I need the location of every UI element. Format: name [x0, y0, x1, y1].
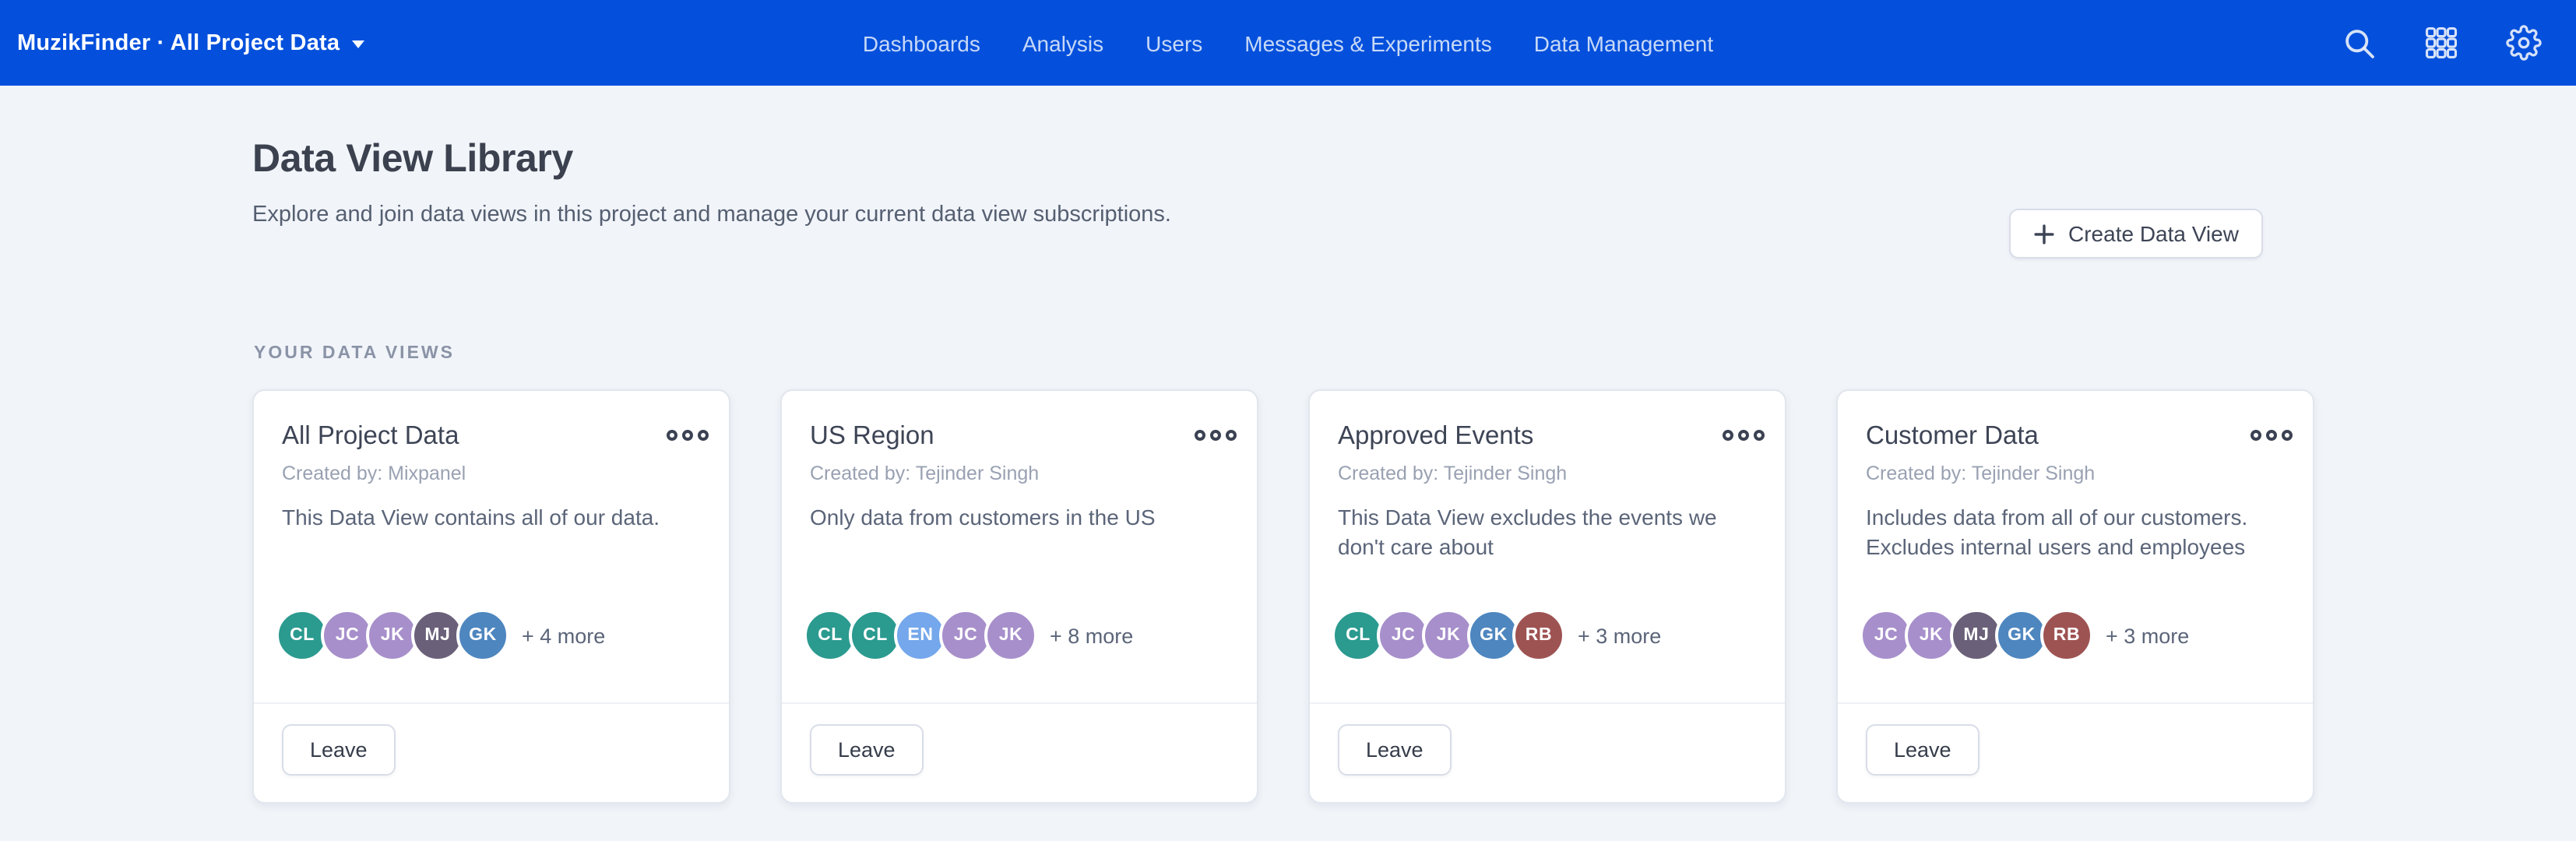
data-view-card: All Project Data Created by: Mixpanel Th… — [252, 389, 730, 804]
nav-item-users[interactable]: Users — [1145, 30, 1202, 55]
card-description: This Data View excludes the events we do… — [1338, 503, 1757, 562]
plus-icon — [2034, 223, 2054, 244]
ellipsis-icon — [2266, 430, 2277, 441]
top-navbar: MuzikFinder · All Project Data Dashboard… — [0, 0, 2576, 86]
card-divider — [1838, 702, 2313, 704]
card-header: US Region — [782, 391, 1257, 453]
section-label: YOUR DATA VIEWS — [254, 344, 455, 363]
more-members-count: + 3 more — [1578, 624, 1661, 647]
ellipsis-icon — [2250, 430, 2261, 441]
card-title: All Project Data — [282, 419, 459, 453]
settings-gear-icon — [2506, 25, 2542, 61]
card-title: US Region — [810, 419, 934, 453]
member-avatar: RB — [2040, 609, 2093, 662]
card-header: Customer Data — [1838, 391, 2313, 453]
project-switcher[interactable]: MuzikFinder · All Project Data — [17, 30, 364, 55]
nav-item-analysis[interactable]: Analysis — [1022, 30, 1103, 55]
member-avatar-stack: JC JK MJ GK RB + 3 more — [1860, 609, 2189, 662]
data-view-card: Approved Events Created by: Tejinder Sin… — [1308, 389, 1786, 804]
card-created-by: Created by: Mixpanel — [282, 463, 466, 484]
data-view-card: US Region Created by: Tejinder Singh Onl… — [780, 389, 1258, 804]
ellipsis-icon — [1738, 430, 1749, 441]
card-divider — [782, 702, 1257, 704]
ellipsis-icon — [1210, 430, 1221, 441]
page-subtitle: Explore and join data views in this proj… — [252, 202, 1171, 227]
nav-item-data-management[interactable]: Data Management — [1534, 30, 1713, 55]
card-header: Approved Events — [1310, 391, 1785, 453]
leave-button[interactable]: Leave — [282, 724, 396, 776]
ellipsis-icon — [1723, 430, 1733, 441]
main-navigation: Dashboards Analysis Users Messages & Exp… — [863, 30, 1713, 55]
member-avatar: JK — [984, 609, 1037, 662]
more-members-count: + 4 more — [522, 624, 605, 647]
apps-grid-icon — [2425, 26, 2458, 59]
card-created-by: Created by: Tejinder Singh — [810, 463, 1039, 484]
create-data-view-label: Create Data View — [2068, 221, 2239, 246]
ellipsis-icon — [682, 430, 693, 441]
leave-button[interactable]: Leave — [810, 724, 924, 776]
app-root: MuzikFinder · All Project Data Dashboard… — [0, 0, 2576, 841]
ellipsis-icon — [1754, 430, 1765, 441]
card-menu-button[interactable] — [2247, 419, 2296, 447]
card-description: Includes data from all of our customers.… — [1866, 503, 2285, 562]
card-title: Customer Data — [1866, 419, 2039, 453]
card-title: Approved Events — [1338, 419, 1533, 453]
member-avatar: RB — [1512, 609, 1565, 662]
search-icon — [2342, 26, 2375, 59]
nav-item-dashboards[interactable]: Dashboards — [863, 30, 980, 55]
leave-button[interactable]: Leave — [1866, 724, 1980, 776]
project-switcher-label: MuzikFinder · All Project Data — [17, 30, 340, 55]
card-description: This Data View contains all of our data. — [282, 503, 701, 533]
data-view-card: Customer Data Created by: Tejinder Singh… — [1836, 389, 2314, 804]
card-divider — [254, 702, 729, 704]
data-view-card-grid: All Project Data Created by: Mixpanel Th… — [252, 389, 2314, 804]
member-avatar-stack: CL JC JK MJ GK + 4 more — [276, 609, 605, 662]
card-menu-button[interactable] — [1191, 419, 1240, 447]
card-created-by: Created by: Tejinder Singh — [1866, 463, 2095, 484]
member-avatar-stack: CL CL EN JC JK + 8 more — [804, 609, 1133, 662]
card-menu-button[interactable] — [663, 419, 712, 447]
settings-button[interactable] — [2506, 25, 2542, 61]
ellipsis-icon — [1195, 430, 1205, 441]
member-avatar: GK — [456, 609, 509, 662]
member-avatar-stack: CL JC JK GK RB + 3 more — [1332, 609, 1661, 662]
ellipsis-icon — [667, 430, 677, 441]
more-members-count: + 8 more — [1050, 624, 1133, 647]
caret-down-icon — [352, 40, 364, 48]
apps-grid-button[interactable] — [2423, 25, 2459, 61]
leave-button[interactable]: Leave — [1338, 724, 1452, 776]
ellipsis-icon — [2282, 430, 2293, 441]
create-data-view-button[interactable]: Create Data View — [2009, 209, 2264, 259]
page-title: Data View Library — [252, 137, 573, 182]
search-button[interactable] — [2341, 25, 2377, 61]
card-header: All Project Data — [254, 391, 729, 453]
more-members-count: + 3 more — [2106, 624, 2189, 647]
navbar-actions — [2341, 25, 2542, 61]
card-description: Only data from customers in the US — [810, 503, 1229, 533]
card-divider — [1310, 702, 1785, 704]
card-created-by: Created by: Tejinder Singh — [1338, 463, 1567, 484]
nav-item-messages-experiments[interactable]: Messages & Experiments — [1244, 30, 1491, 55]
ellipsis-icon — [1226, 430, 1237, 441]
card-menu-button[interactable] — [1719, 419, 1768, 447]
ellipsis-icon — [698, 430, 709, 441]
